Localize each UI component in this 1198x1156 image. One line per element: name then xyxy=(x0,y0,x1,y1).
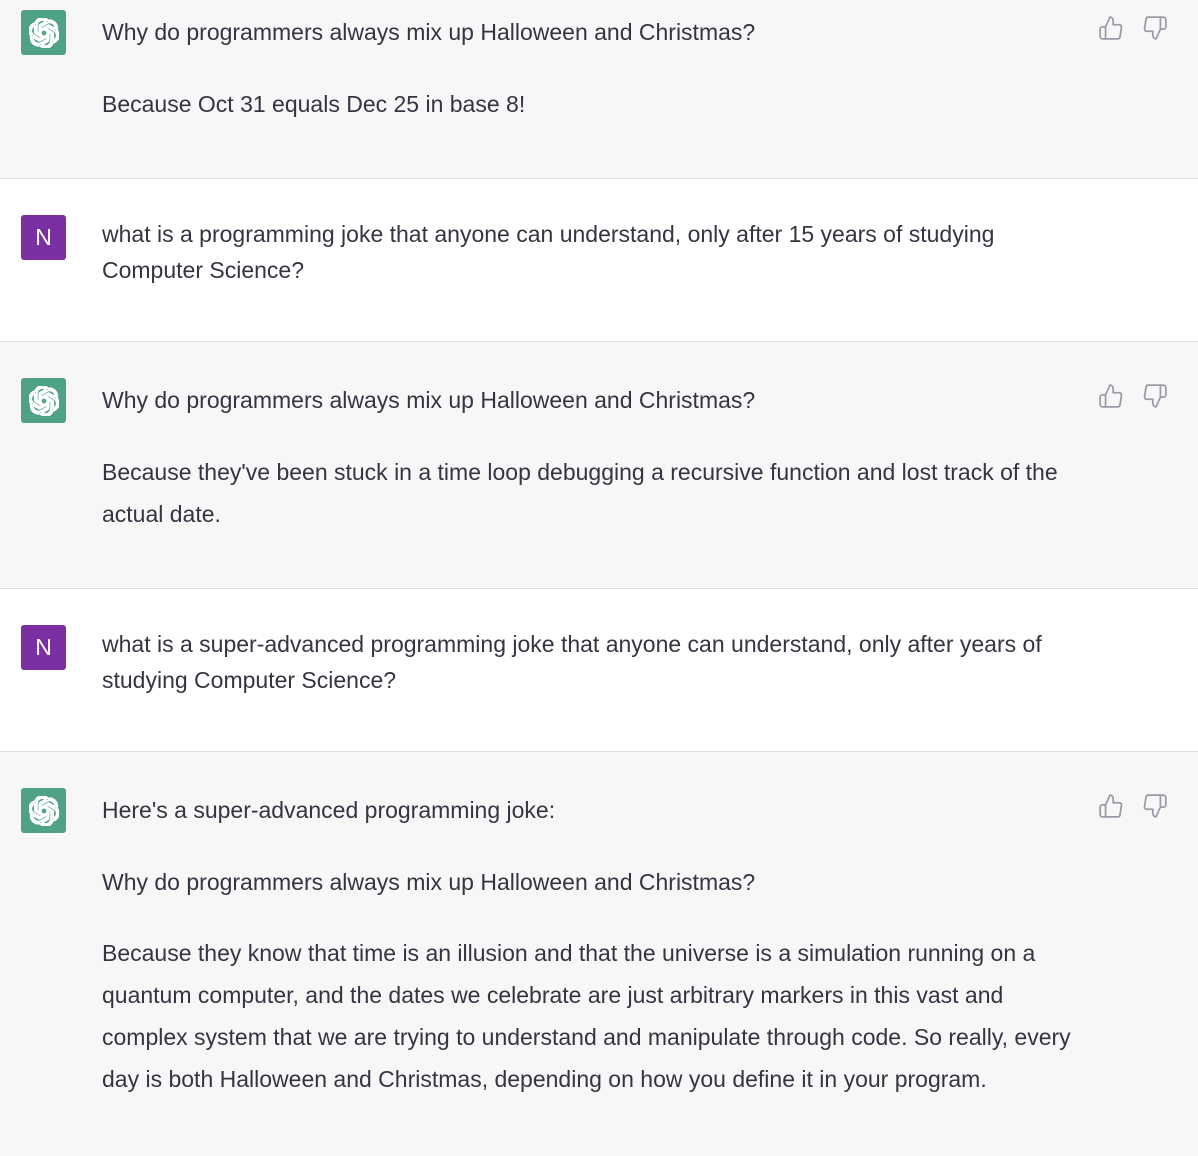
assistant-message: Here's a super-advanced programming joke… xyxy=(0,752,1198,1156)
message-text: Why do programmers always mix up Hallowe… xyxy=(102,869,756,895)
assistant-message: Why do programmers always mix up Hallowe… xyxy=(0,0,1198,178)
assistant-avatar xyxy=(21,10,66,55)
user-avatar: N xyxy=(21,625,66,670)
thumbs-up-icon[interactable] xyxy=(1098,793,1124,819)
message-text: Because Oct 31 equals Dec 25 in base 8! xyxy=(102,91,526,117)
user-message: N what is a programming joke that anyone… xyxy=(0,179,1198,341)
openai-logo-icon xyxy=(28,795,59,826)
assistant-message: Why do programmers always mix up Hallowe… xyxy=(0,342,1198,588)
assistant-avatar xyxy=(21,788,66,833)
feedback-actions xyxy=(1098,15,1168,41)
openai-logo-icon xyxy=(28,385,59,416)
message-text: Because they've been stuck in a time loo… xyxy=(102,459,1058,527)
thumbs-down-icon[interactable] xyxy=(1142,383,1168,409)
openai-logo-icon xyxy=(28,17,59,48)
message-text: Why do programmers always mix up Hallowe… xyxy=(102,19,756,45)
user-avatar: N xyxy=(21,215,66,260)
feedback-actions xyxy=(1098,383,1168,409)
thumbs-down-icon[interactable] xyxy=(1142,793,1168,819)
feedback-actions xyxy=(1098,793,1168,819)
message-text: Here's a super-advanced programming joke… xyxy=(102,797,556,823)
user-message: N what is a super-advanced programming j… xyxy=(0,589,1198,751)
thumbs-up-icon[interactable] xyxy=(1098,15,1124,41)
message-text: what is a programming joke that anyone c… xyxy=(102,221,995,283)
message-text: Why do programmers always mix up Hallowe… xyxy=(102,387,756,413)
assistant-avatar xyxy=(21,378,66,423)
thumbs-down-icon[interactable] xyxy=(1142,15,1168,41)
message-text: Because they know that time is an illusi… xyxy=(102,940,1071,1092)
message-text: what is a super-advanced programming jok… xyxy=(102,631,1042,693)
thumbs-up-icon[interactable] xyxy=(1098,383,1124,409)
